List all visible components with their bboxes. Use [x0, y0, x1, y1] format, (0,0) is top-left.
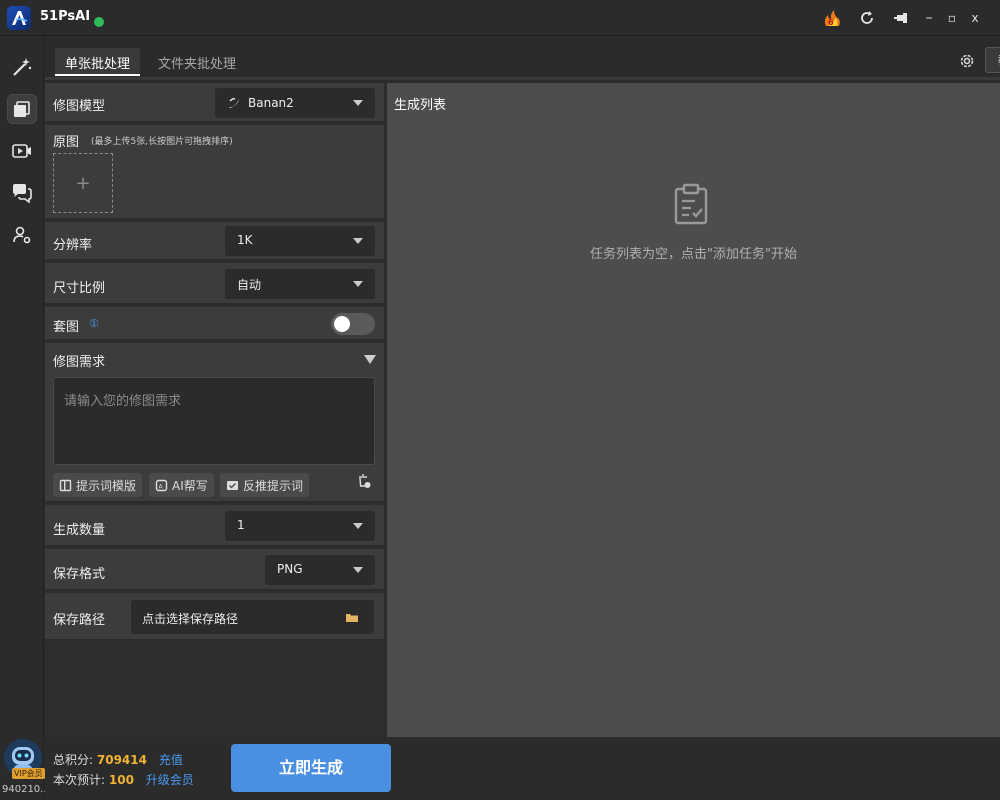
collapse-icon[interactable]: [364, 355, 376, 364]
refresh-icon[interactable]: [856, 8, 878, 28]
nav-user-settings-icon[interactable]: [7, 220, 37, 250]
aspect-ratio-row: 尺寸比例 自动: [45, 263, 384, 305]
banana-icon: [227, 96, 241, 113]
chevron-down-icon: [353, 567, 363, 573]
template-set-label: 套图: [53, 320, 80, 335]
folder-icon: [345, 612, 359, 626]
estimate-line: 本次预计: 100 升级会员: [53, 771, 194, 788]
tab-bar: 单张批处理 文件夹批处理 教程: [45, 36, 1000, 80]
minimize-button[interactable]: –: [918, 8, 940, 28]
ai-write-label: AI帮写: [172, 478, 208, 493]
model-value: Banan2: [248, 96, 294, 110]
tutorial-button[interactable]: 教程: [985, 47, 1000, 73]
path-row: 保存路径 点击选择保存路径: [45, 593, 384, 641]
resolution-value: 1K: [237, 233, 253, 247]
task-list-panel: 生成列表 任务列表为空，点击"添加任务"开始: [387, 83, 1000, 737]
book-icon: [59, 479, 72, 491]
close-button[interactable]: x: [964, 8, 986, 28]
footer-bar: 总积分: 709414 充值 本次预计: 100 升级会员 立即生成: [45, 737, 1000, 800]
count-value: 1: [237, 518, 245, 532]
model-label: 修图模型: [53, 99, 106, 114]
original-image-label: 原图: [53, 135, 80, 150]
template-set-toggle[interactable]: [331, 313, 375, 335]
nav-video-icon[interactable]: [7, 136, 37, 166]
resolution-row: 分辨率 1K: [45, 222, 384, 261]
user-id: 940210...: [2, 784, 50, 795]
format-row: 保存格式 PNG: [45, 549, 384, 591]
title-bar: 51PsAI 6 – ▫ x: [0, 0, 1000, 36]
requirement-input[interactable]: 请输入您的修图需求: [53, 377, 375, 465]
info-icon[interactable]: ①: [89, 317, 99, 330]
ai-icon: A: [155, 479, 168, 491]
recharge-link[interactable]: 充值: [159, 753, 183, 767]
generate-button[interactable]: 立即生成: [231, 744, 391, 792]
aspect-ratio-select[interactable]: 自动: [225, 269, 375, 299]
chevron-down-icon: [353, 100, 363, 106]
chevron-down-icon: [353, 523, 363, 529]
left-nav: [0, 36, 44, 800]
format-select[interactable]: PNG: [265, 555, 375, 585]
reverse-prompt-label: 反推提示词: [243, 478, 304, 493]
format-label: 保存格式: [53, 567, 106, 582]
vip-badge: VIP会员: [12, 768, 45, 779]
tab-folder-batch[interactable]: 文件夹批处理: [148, 48, 246, 76]
empty-list-message: 任务列表为空，点击"添加任务"开始: [590, 247, 797, 262]
count-row: 生成数量 1: [45, 505, 384, 547]
requirement-row: 修图需求 请输入您的修图需求 提示词模版 A AI帮写 反推提示词: [45, 343, 384, 503]
nav-chat-icon[interactable]: [7, 178, 37, 208]
chevron-down-icon: [353, 281, 363, 287]
svg-text:A: A: [159, 483, 164, 490]
prompt-template-button[interactable]: 提示词模版: [53, 473, 143, 497]
svg-text:6: 6: [828, 18, 834, 27]
upload-hint: (最多上传5张,长按图片可拖拽排序): [91, 137, 233, 147]
model-select[interactable]: Banan2: [215, 88, 375, 118]
ai-write-button[interactable]: A AI帮写: [149, 473, 214, 497]
fire-icon[interactable]: 6: [822, 8, 844, 28]
aspect-ratio-value: 自动: [237, 278, 262, 292]
count-label: 生成数量: [53, 523, 106, 538]
template-set-row: 套图 ①: [45, 307, 384, 341]
resolution-select[interactable]: 1K: [225, 226, 375, 256]
tab-single-batch[interactable]: 单张批处理: [55, 48, 141, 76]
app-logo: [7, 6, 31, 30]
clipboard-check-icon: [673, 183, 709, 229]
choose-path-button[interactable]: 点击选择保存路径: [131, 600, 374, 634]
resolution-label: 分辨率: [53, 238, 93, 253]
model-row: 修图模型 Banan2: [45, 83, 384, 123]
total-score-value: 709414: [96, 753, 147, 767]
count-select[interactable]: 1: [225, 511, 375, 541]
toggle-knob: [334, 316, 350, 332]
path-label: 保存路径: [53, 613, 106, 628]
task-list-title: 生成列表: [394, 98, 447, 113]
chevron-down-icon: [353, 238, 363, 244]
aspect-ratio-label: 尺寸比例: [53, 281, 106, 296]
settings-panel: 修图模型 Banan2 原图 (最多上传5张,长按图片可拖拽排序) + 分辨率 …: [45, 83, 384, 737]
image-check-icon: [227, 480, 238, 490]
original-image-row: 原图 (最多上传5张,长按图片可拖拽排序) +: [45, 125, 384, 220]
estimate-value: 100: [108, 773, 134, 787]
requirement-label: 修图需求: [53, 355, 106, 370]
path-value: 点击选择保存路径: [142, 612, 239, 626]
app-title: 51PsAI: [40, 9, 91, 24]
upload-image-button[interactable]: +: [53, 153, 113, 213]
nav-magic-wand-icon[interactable]: [7, 52, 37, 82]
online-status-dot: [94, 17, 104, 27]
pin-icon[interactable]: [890, 8, 912, 28]
clear-icon[interactable]: [357, 474, 371, 493]
maximize-button[interactable]: ▫: [941, 8, 963, 28]
estimate-label: 本次预计:: [53, 773, 106, 787]
nav-gallery-icon[interactable]: [7, 94, 37, 124]
format-value: PNG: [277, 562, 303, 576]
total-score-label: 总积分:: [53, 753, 94, 767]
prompt-template-label: 提示词模版: [76, 478, 137, 493]
total-score-line: 总积分: 709414 充值: [53, 751, 183, 768]
gear-icon[interactable]: [957, 51, 977, 71]
upgrade-link[interactable]: 升级会员: [146, 773, 194, 787]
reverse-prompt-button[interactable]: 反推提示词: [220, 473, 310, 497]
